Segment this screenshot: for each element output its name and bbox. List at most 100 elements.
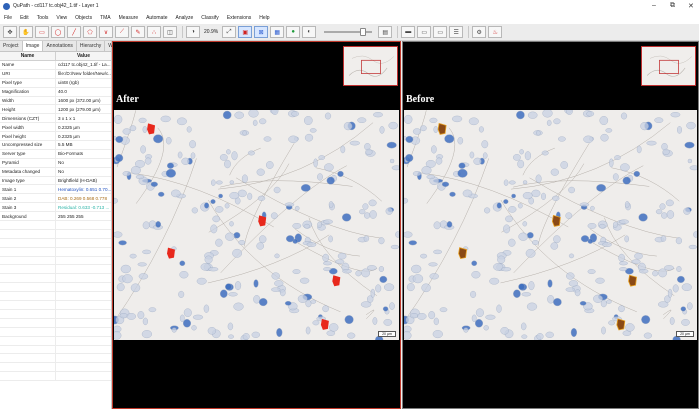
slider-knob[interactable]	[360, 28, 367, 36]
table-row[interactable]	[0, 336, 111, 346]
menu-edit[interactable]: Edit	[20, 15, 29, 21]
selection-mode-icon[interactable]: ◫	[163, 26, 177, 38]
cell-nucleus	[142, 221, 150, 230]
menu-classify[interactable]: Classify	[201, 15, 219, 21]
table-row[interactable]	[0, 309, 111, 319]
table-row[interactable]: URI file:/D:/New folder/New/c...	[0, 69, 111, 79]
detection-table-icon[interactable]: ▭	[417, 26, 432, 38]
pixel-classification-icon[interactable]: ◐	[302, 26, 317, 38]
fill-detections-icon[interactable]: ●	[286, 26, 301, 38]
polygon-tool-icon[interactable]: ⬠	[83, 26, 97, 38]
menu-extensions[interactable]: Extensions	[227, 15, 251, 21]
viewer-before[interactable]: Before 20 µm	[402, 41, 699, 409]
brush-icon[interactable]: ✎	[131, 26, 145, 38]
cell-nucleus	[142, 126, 147, 134]
table-row[interactable]: Metadata changed No	[0, 167, 111, 177]
menu-view[interactable]: View	[56, 15, 67, 21]
table-row[interactable]: Width 1600 px (372.00 µm)	[0, 96, 111, 106]
table-row[interactable]	[0, 372, 111, 382]
positive-cell-mark[interactable]	[551, 214, 561, 227]
menu-help[interactable]: Help	[259, 15, 269, 21]
table-row[interactable]	[0, 274, 111, 284]
table-row[interactable]	[0, 363, 111, 373]
points-tool-icon[interactable]: ∴	[147, 26, 161, 38]
table-row[interactable]	[0, 354, 111, 364]
menu-measure[interactable]: Measure	[119, 15, 138, 21]
show-tma-grid-icon[interactable]: ⊠	[254, 26, 269, 38]
log-icon[interactable]: ☰	[449, 26, 464, 38]
table-row[interactable]: Image type Brightfield (H-DAB)	[0, 176, 111, 186]
table-row[interactable]	[0, 301, 111, 310]
cell-nucleus	[292, 269, 301, 275]
table-row[interactable]	[0, 292, 111, 302]
cell-nucleus	[247, 192, 253, 201]
table-row[interactable]	[0, 345, 111, 355]
menu-file[interactable]: File	[4, 15, 12, 21]
column-header-name[interactable]: Name	[0, 52, 56, 60]
table-row[interactable]	[0, 318, 111, 328]
show-annotations-icon[interactable]: ▣	[238, 26, 253, 38]
positive-cell-mark[interactable]	[458, 247, 468, 260]
menu-automate[interactable]: Automate	[146, 15, 167, 21]
table-row[interactable]: Stain 2 DAB: 0.269 0.568 0.778	[0, 194, 111, 204]
positive-cell-mark[interactable]	[437, 122, 447, 135]
table-row[interactable]: Pyramid No	[0, 158, 111, 168]
tab-image[interactable]: Image	[22, 41, 44, 51]
table-row[interactable]: Height 1200 px (279.00 µm)	[0, 105, 111, 115]
tab-annotations[interactable]: Annotations	[43, 41, 77, 51]
menu-tma[interactable]: TMA	[100, 15, 111, 21]
table-row[interactable]: Dimensions (CZT) 3 x 1 x 1	[0, 114, 111, 124]
line-tool-icon[interactable]: ╱	[67, 26, 81, 38]
menu-objects[interactable]: Objects	[75, 15, 92, 21]
overview-thumbnail[interactable]	[343, 46, 398, 86]
table-row[interactable]: Stain 3 Residual: 0.633 -0.713 ...	[0, 203, 111, 213]
grid-icon[interactable]: ▤	[378, 26, 393, 38]
brush-tool-icon[interactable]: ✋	[19, 26, 33, 38]
positive-cell-mark[interactable]	[628, 274, 637, 287]
table-row[interactable]	[0, 247, 111, 257]
script-editor-icon[interactable]: ♨	[488, 26, 503, 38]
cell-nucleus	[232, 248, 243, 258]
tab-project[interactable]: Project	[0, 41, 23, 51]
table-row[interactable]: Pixel height 0.2325 µm	[0, 132, 111, 142]
menu-analyze[interactable]: Analyze	[176, 15, 194, 21]
show-detections-icon[interactable]: ▦	[270, 26, 285, 38]
opacity-slider[interactable]	[324, 28, 373, 36]
rectangle-tool-icon[interactable]: ▭	[35, 26, 49, 38]
zoom-to-fit-icon[interactable]: ⤢	[222, 26, 237, 38]
column-header-value[interactable]: Value	[56, 52, 111, 60]
minimize-icon[interactable]: –	[652, 2, 656, 9]
measurement-table-icon[interactable]: ▬	[401, 26, 416, 38]
table-row[interactable]	[0, 256, 111, 266]
ellipse-tool-icon[interactable]: ◯	[51, 26, 65, 38]
table-row[interactable]	[0, 238, 111, 248]
table-row[interactable]: Stain 1 Hematoxylin: 0.651 0.70...	[0, 185, 111, 195]
settings-icon[interactable]: ⚙	[472, 26, 487, 38]
viewer-after[interactable]: After 20 µm	[112, 41, 401, 409]
table-row[interactable]: Server type Bio-Formats	[0, 149, 111, 159]
table-row[interactable]	[0, 327, 111, 337]
table-row[interactable]: Uncompressed size 5.5 MB	[0, 141, 111, 150]
positive-cell-mark[interactable]	[616, 318, 626, 331]
wand-tool-icon[interactable]: ⟋	[115, 26, 129, 38]
tab-hierarchy[interactable]: Hierarchy	[77, 41, 106, 51]
brightness-contrast-icon[interactable]: ◑	[186, 26, 200, 38]
table-row[interactable]	[0, 229, 111, 239]
move-tool-icon[interactable]: ✥	[3, 26, 17, 38]
annotation-table-icon[interactable]: ▭	[433, 26, 448, 38]
menu-tools[interactable]: Tools	[37, 15, 49, 21]
cell-nucleus	[428, 311, 436, 320]
table-row[interactable]: Background 255 255 255	[0, 212, 111, 222]
table-row[interactable]	[0, 283, 111, 293]
overview-thumbnail[interactable]	[641, 46, 696, 86]
close-icon[interactable]: ✕	[688, 2, 694, 10]
table-row[interactable]: Pixel type uint8 (rgb)	[0, 78, 111, 88]
table-row[interactable]: Magnification 40.0	[0, 87, 111, 97]
restore-icon[interactable]: ⧉	[670, 2, 675, 10]
table-row[interactable]	[0, 265, 111, 275]
cell-nucleus	[404, 331, 412, 340]
table-row[interactable]: Pixel width 0.2325 µm	[0, 123, 111, 133]
table-row[interactable]: Name cd117 tc.obj42_1.tif - La...	[0, 61, 111, 70]
polyline-tool-icon[interactable]: ∨	[99, 26, 113, 38]
table-row[interactable]	[0, 221, 111, 230]
